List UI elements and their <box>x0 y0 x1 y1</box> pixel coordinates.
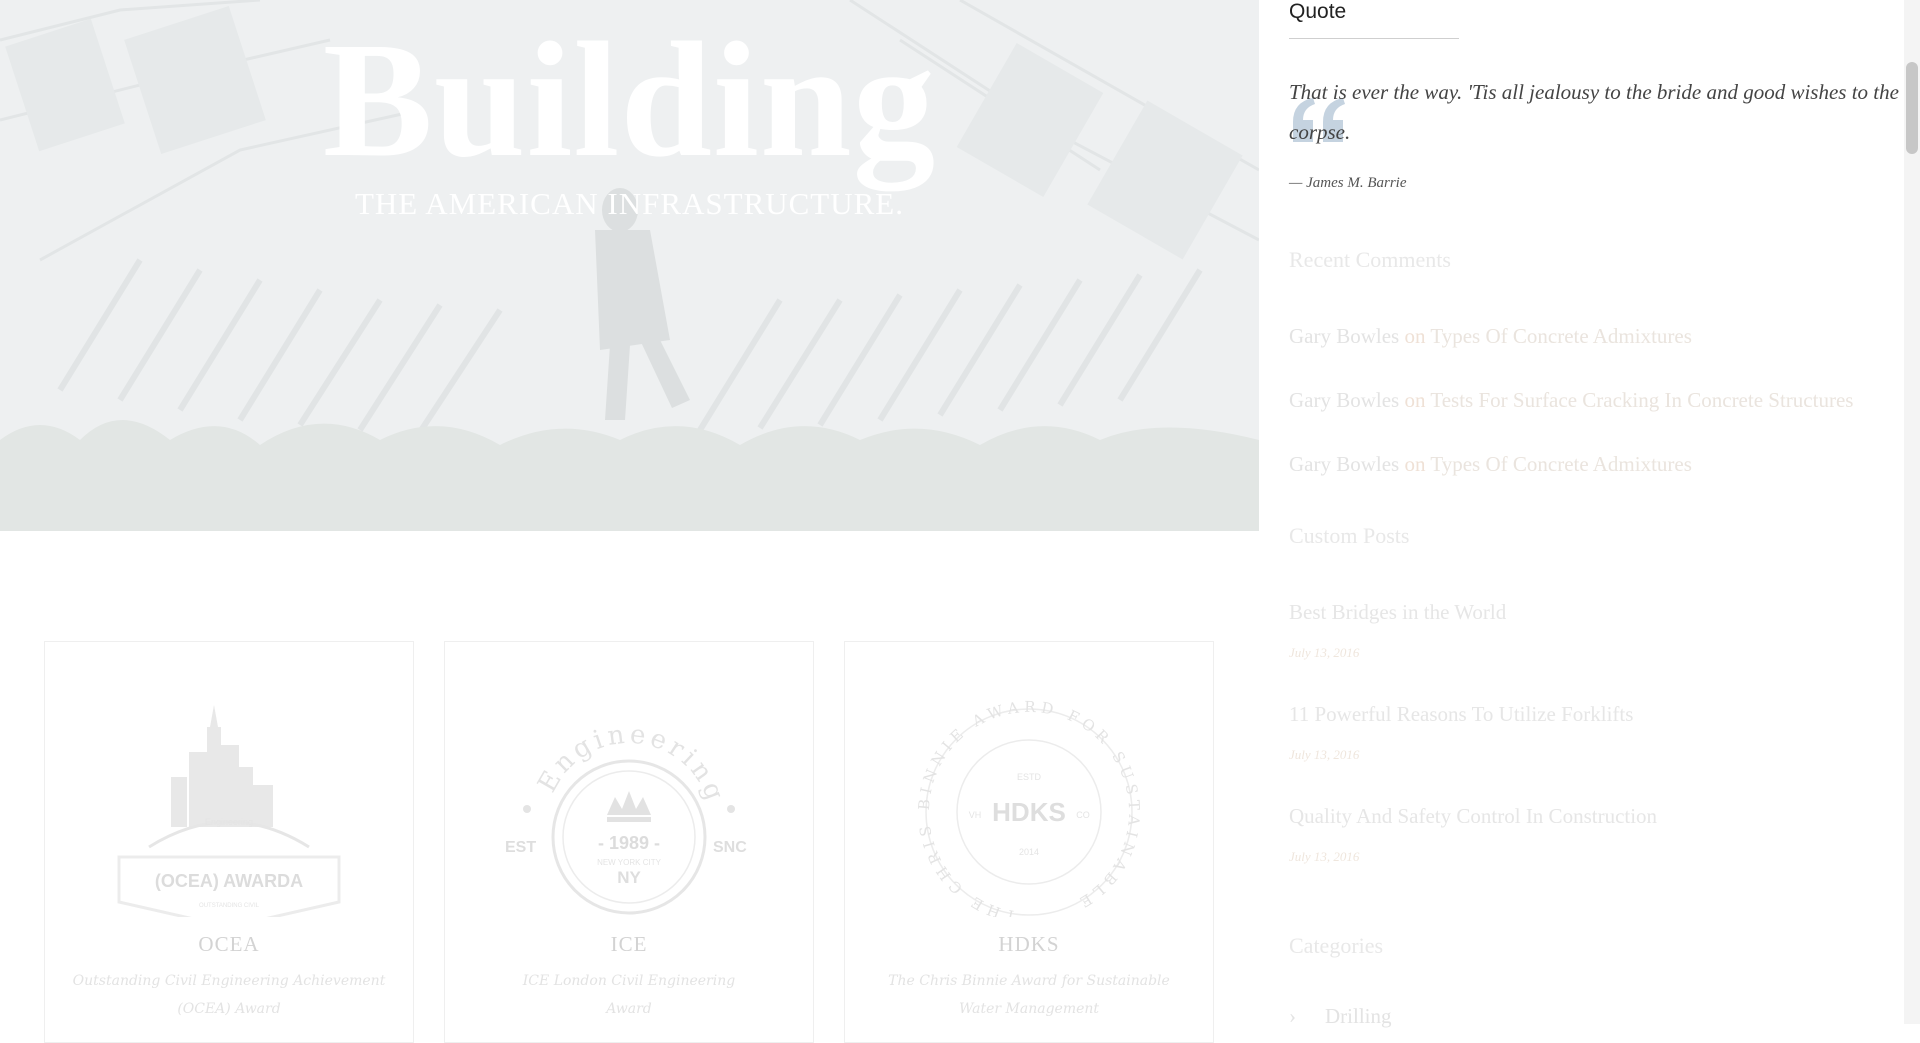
award-card-ice: Engineering EST SNC - 1989 - NEW YORK CI… <box>444 641 814 1043</box>
custom-post-date: July 13, 2016 <box>1289 849 1360 864</box>
ice-logo-city: NEW YORK CITY <box>597 858 662 867</box>
custom-posts-title: Custom Posts <box>1289 523 1410 548</box>
quote-author: — James M. Barrie <box>1289 175 1407 191</box>
custom-post-link[interactable]: 11 Powerful Reasons To Utilize Forklifts <box>1289 702 1633 727</box>
award-card-ocea: (OCEA) AWARDA Engineering OUTSTANDING CI… <box>44 641 414 1043</box>
hdks-logo-left: VH <box>969 810 982 820</box>
recent-comments-title: Recent Comments <box>1289 247 1451 272</box>
categories-title: Categories <box>1289 933 1384 958</box>
comment-author-link[interactable]: Gary Bowles <box>1289 324 1399 348</box>
comment-post-link[interactable]: Types Of Concrete Admixtures <box>1430 452 1692 476</box>
sidebar: Quote That is ever the way. 'Tis all jea… <box>1289 0 1904 1028</box>
ice-crown-seal-icon: Engineering EST SNC - 1989 - NEW YORK CI… <box>505 720 747 915</box>
custom-post-date: July 13, 2016 <box>1289 747 1360 762</box>
hdks-logo-year: 2014 <box>1019 847 1039 857</box>
hero-title: Building <box>322 8 937 191</box>
ocea-logo-small-top: Engineering <box>205 817 253 827</box>
award-description: The Chris Binnie Award for Sustainable W… <box>888 973 1170 1017</box>
ice-logo-left: EST <box>505 839 536 856</box>
ocea-logo-text: (OCEA) AWARDA <box>155 871 303 891</box>
comment-on-text: on <box>1404 452 1426 476</box>
ice-logo-year: - 1989 - <box>598 833 660 853</box>
comment-post-link[interactable]: Tests For Surface Cracking In Concrete S… <box>1430 388 1853 412</box>
ice-logo-arc: Engineering <box>532 720 731 808</box>
award-description: ICE London Civil Engineering Award <box>522 973 736 1017</box>
quote-widget-title: Quote <box>1289 0 1347 23</box>
category-item-drilling[interactable]: › Drilling <box>1289 1004 1392 1029</box>
recent-comment-item: Gary Bowles on Types Of Concrete Admixtu… <box>1289 452 1692 477</box>
ocea-skyline-badge-icon: (OCEA) AWARDA Engineering OUTSTANDING CI… <box>117 705 341 917</box>
page: Building THE AMERICAN INFRASTRUCTURE. (O… <box>0 0 1920 1043</box>
recent-comment-item: Gary Bowles on Tests For Surface Crackin… <box>1289 388 1853 413</box>
custom-post-date: July 13, 2016 <box>1289 645 1360 660</box>
category-label: Drilling <box>1325 1004 1392 1028</box>
chevron-right-icon: › <box>1289 1004 1296 1028</box>
award-name: OCEA <box>198 932 260 956</box>
hdks-logo-right: CO <box>1076 810 1090 820</box>
custom-post-link[interactable]: Quality And Safety Control In Constructi… <box>1289 804 1657 829</box>
comment-on-text: on <box>1404 388 1426 412</box>
award-name: ICE <box>610 932 648 956</box>
comment-on-text: on <box>1404 324 1426 348</box>
comment-author-link[interactable]: Gary Bowles <box>1289 452 1399 476</box>
hdks-logo-center: HDKS <box>992 797 1066 827</box>
award-name: HDKS <box>998 932 1060 956</box>
ice-logo-right: SNC <box>713 839 747 856</box>
widget-title-divider <box>1289 38 1459 39</box>
comment-post-link[interactable]: Types Of Concrete Admixtures <box>1430 324 1692 348</box>
quote-text: That is ever the way. 'Tis all jealousy … <box>1289 80 1899 144</box>
scrollbar-thumb[interactable] <box>1906 62 1918 154</box>
ice-logo-state: NY <box>617 868 641 887</box>
hdks-round-seal-icon: THE CHRIS BINNIE AWARD FOR SUSTAINABLE E… <box>915 698 1139 917</box>
hero-banner: Building THE AMERICAN INFRASTRUCTURE. <box>0 0 1259 531</box>
recent-comment-item: Gary Bowles on Types Of Concrete Admixtu… <box>1289 324 1692 349</box>
ocea-logo-small-bottom: OUTSTANDING CIVIL <box>199 903 260 909</box>
hero-subtitle: THE AMERICAN INFRASTRUCTURE. <box>354 186 904 221</box>
hdks-logo-estd: ESTD <box>1017 772 1042 782</box>
award-description: Outstanding Civil Engineering Achievemen… <box>72 973 386 1017</box>
custom-post-link[interactable]: Best Bridges in the World <box>1289 600 1506 625</box>
award-card-hdks: THE CHRIS BINNIE AWARD FOR SUSTAINABLE E… <box>844 641 1214 1043</box>
comment-author-link[interactable]: Gary Bowles <box>1289 388 1399 412</box>
